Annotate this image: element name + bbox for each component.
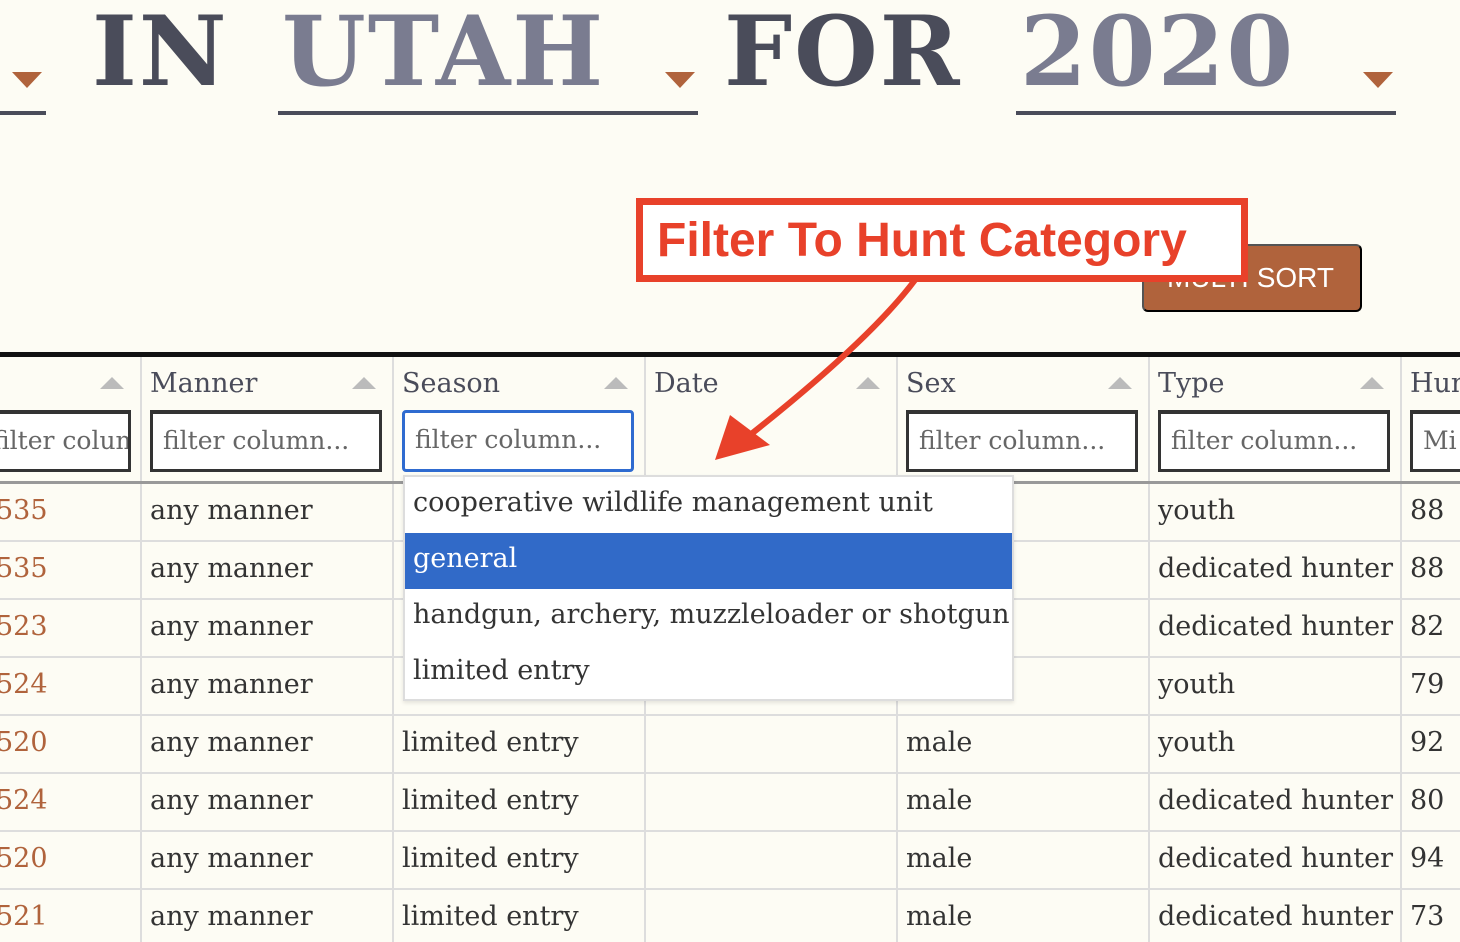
table-cell-season: limited entry [402,843,579,874]
column-divider [1148,357,1150,942]
table-cell-manner: any manner [150,669,313,700]
column-header[interactable]: Manner [150,368,257,399]
table-cell-sex: male [906,727,973,758]
table-cell-type: youth [1158,669,1236,700]
table-cell-num: 94 [1410,843,1445,874]
sort-icon[interactable] [100,377,124,389]
column-divider [392,357,394,942]
table-cell-num: 80 [1410,785,1445,816]
row-divider [0,772,1460,774]
table-cell-type: dedicated hunter [1158,901,1393,932]
table-cell-sex: male [906,785,973,816]
chevron-down-icon[interactable] [12,72,42,88]
table-cell-type: dedicated hunter [1158,611,1393,642]
title-word-for: FOR [724,0,962,108]
table-cell-type: dedicated hunter [1158,553,1393,584]
table-cell-unit[interactable]: 535 [0,553,48,584]
chevron-down-icon[interactable] [1363,72,1393,88]
table-cell-season: limited entry [402,727,579,758]
table-cell-manner: any manner [150,495,313,526]
table-cell-manner: any manner [150,785,313,816]
year-select[interactable]: 2020 [1020,2,1295,102]
row-divider [0,714,1460,716]
dropdown-option[interactable]: general [405,533,1012,589]
column-header[interactable]: Season [402,368,500,399]
filter-input[interactable]: filter column... [0,410,131,472]
sort-icon[interactable] [604,377,628,389]
filter-input[interactable]: filter column... [1158,410,1390,472]
table-cell-season: limited entry [402,901,579,932]
table-cell-manner: any manner [150,901,313,932]
select-underline [278,111,698,115]
table-cell-num: 79 [1410,669,1445,700]
column-divider [140,357,142,942]
dropdown-option[interactable]: limited entry [405,645,1012,701]
table-cell-manner: any manner [150,727,313,758]
select-underline [0,111,46,115]
dropdown-option[interactable]: handgun, archery, muzzleloader or shotgu… [405,589,1012,645]
table-cell-type: youth [1158,495,1236,526]
table-cell-num: 82 [1410,611,1445,642]
table-cell-unit[interactable]: 523 [0,611,48,642]
filter-input[interactable]: filter column... [906,410,1138,472]
table-cell-unit[interactable]: 521 [0,901,48,932]
table-cell-unit[interactable]: 524 [0,785,48,816]
table-cell-sex: male [906,901,973,932]
table-cell-unit[interactable]: 520 [0,727,48,758]
table-cell-unit[interactable]: 524 [0,669,48,700]
chevron-down-icon[interactable] [665,72,695,88]
table-cell-num: 92 [1410,727,1445,758]
filter-input[interactable]: filter column... [402,410,634,472]
sort-icon[interactable] [352,377,376,389]
table-cell-manner: any manner [150,611,313,642]
table-cell-manner: any manner [150,843,313,874]
table-cell-season: limited entry [402,785,579,816]
sort-icon[interactable] [1108,377,1132,389]
table-cell-unit[interactable]: 520 [0,843,48,874]
table-cell-type: dedicated hunter [1158,785,1393,816]
column-header[interactable]: Hun [1410,368,1460,399]
title-word-in: IN [92,0,229,108]
annotation-arrow-icon [715,278,918,460]
table-cell-num: 88 [1410,553,1445,584]
table-cell-unit[interactable]: 535 [0,495,48,526]
row-divider [0,888,1460,890]
sort-icon[interactable] [1360,377,1384,389]
filter-input[interactable]: filter column... [150,410,382,472]
table-cell-sex: male [906,843,973,874]
table-cell-manner: any manner [150,553,313,584]
column-divider [1400,357,1402,942]
table-cell-type: dedicated hunter [1158,843,1393,874]
column-header[interactable]: Type [1158,368,1225,399]
filter-input[interactable]: Mi [1410,410,1460,472]
select-underline [1016,111,1396,115]
table-cell-num: 88 [1410,495,1445,526]
state-select[interactable]: UTAH [282,2,605,102]
season-dropdown[interactable]: cooperative wildlife management unit gene… [403,475,1014,701]
table-cell-type: youth [1158,727,1236,758]
dropdown-option[interactable]: cooperative wildlife management unit [405,477,1012,533]
table-cell-num: 73 [1410,901,1445,932]
row-divider [0,830,1460,832]
